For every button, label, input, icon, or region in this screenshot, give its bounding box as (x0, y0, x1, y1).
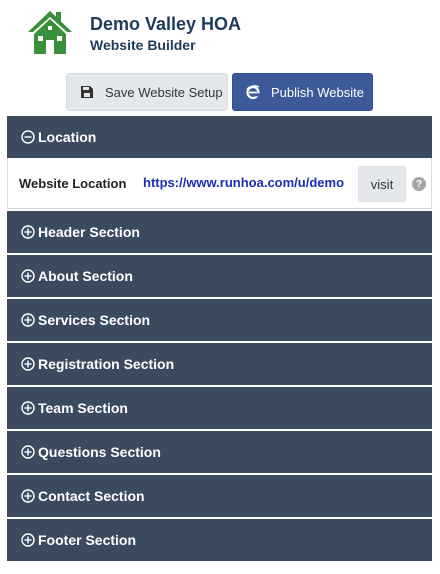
contact-section-label: Contact Section (38, 488, 145, 504)
website-location-label: Website Location (19, 176, 127, 191)
registration-section-label: Registration Section (38, 356, 175, 372)
house-icon (28, 11, 72, 54)
help-icon[interactable]: ? (412, 177, 426, 191)
browser-e-icon (245, 84, 261, 100)
floppy-disk-icon (79, 84, 95, 100)
about-section-header[interactable]: About Section (7, 255, 432, 299)
plus-circle-icon (21, 533, 35, 547)
services-section-label: Services Section (38, 312, 151, 328)
questions-section-label: Questions Section (38, 444, 161, 460)
plus-circle-icon (21, 401, 35, 415)
contact-section-header[interactable]: Contact Section (7, 475, 432, 519)
section-list: Header Section About Section Services Sect… (7, 211, 432, 563)
builder-accordion: Location Website Location https://www.ru… (7, 116, 432, 563)
header-section-header[interactable]: Header Section (7, 211, 432, 255)
registration-section-header[interactable]: Registration Section (7, 343, 432, 387)
footer-section-label: Footer Section (38, 532, 137, 548)
publish-website-button[interactable]: Publish Website (232, 73, 373, 111)
plus-circle-icon (21, 489, 35, 503)
plus-circle-icon (21, 269, 35, 283)
minus-circle-icon (21, 130, 35, 144)
footer-section-header[interactable]: Footer Section (7, 519, 432, 563)
plus-circle-icon (21, 313, 35, 327)
visit-button[interactable]: visit (358, 166, 406, 202)
save-button-label: Save Website Setup (105, 84, 223, 100)
plus-circle-icon (21, 445, 35, 459)
location-panel: Website Location https://www.runhoa.com/… (7, 158, 432, 209)
header-section-label: Header Section (38, 224, 140, 240)
org-name: Demo Valley HOA (90, 14, 242, 34)
publish-button-label: Publish Website (271, 84, 364, 100)
section-location-header[interactable]: Location (7, 116, 432, 160)
app-subtitle: Website Builder (90, 37, 196, 53)
app-header: Demo Valley HOA Website Builder (0, 0, 440, 66)
plus-circle-icon (21, 225, 35, 239)
save-website-setup-button[interactable]: Save Website Setup (66, 73, 228, 111)
services-section-header[interactable]: Services Section (7, 299, 432, 343)
section-location-label: Location (38, 129, 97, 145)
website-url-link[interactable]: https://www.runhoa.com/u/demo (143, 175, 344, 190)
questions-section-header[interactable]: Questions Section (7, 431, 432, 475)
team-section-header[interactable]: Team Section (7, 387, 432, 431)
plus-circle-icon (21, 357, 35, 371)
team-section-label: Team Section (38, 400, 128, 416)
about-section-label: About Section (38, 268, 133, 284)
